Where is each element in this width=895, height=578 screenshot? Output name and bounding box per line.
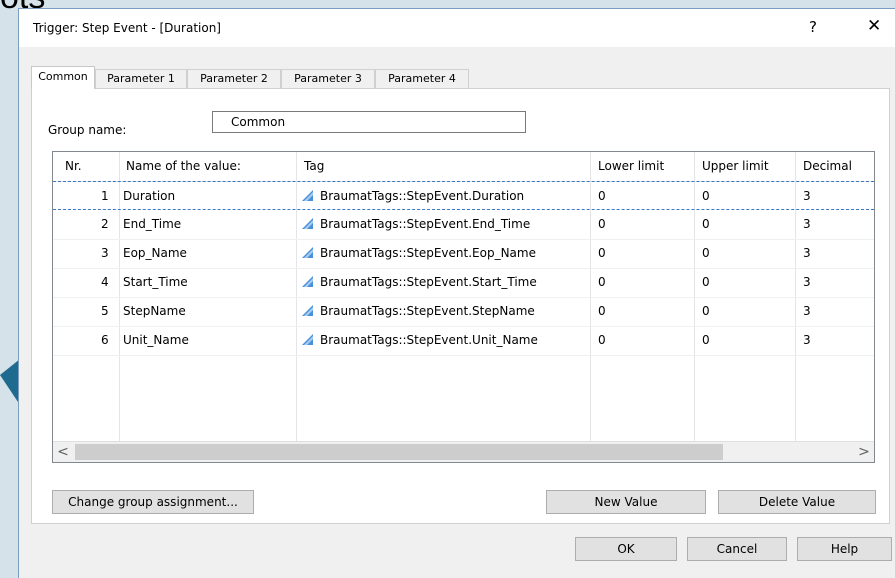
table-row[interactable]: 2 End_Time BraumatTags::StepEvent.End_Ti…	[53, 210, 874, 240]
column-header-lower-limit[interactable]: Lower limit	[598, 152, 664, 181]
column-header-nr[interactable]: Nr.	[65, 152, 82, 181]
cell-upper-limit: 0	[702, 275, 710, 289]
cell-decimal: 3	[803, 333, 811, 347]
ok-button[interactable]: OK	[575, 537, 677, 561]
cell-lower-limit: 0	[598, 304, 606, 318]
table-row[interactable]: 5 StepName BraumatTags::StepEvent.StepNa…	[53, 297, 874, 327]
tag-link-icon	[302, 305, 313, 316]
cell-upper-limit: 0	[702, 333, 710, 347]
help-title-button[interactable]: ?	[809, 18, 817, 36]
cell-tag: BraumatTags::StepEvent.Unit_Name	[320, 333, 538, 347]
cell-lower-limit: 0	[598, 246, 606, 260]
delete-value-button[interactable]: Delete Value	[718, 490, 876, 514]
cell-decimal: 3	[803, 217, 811, 231]
table-row[interactable]: 1 Duration BraumatTags::StepEvent.Durati…	[53, 181, 874, 210]
close-button[interactable]: ✕	[867, 16, 881, 36]
cell-nr: 4	[101, 275, 109, 289]
cell-name: Duration	[123, 189, 176, 203]
values-table: Nr. Name of the value: Tag Lower limit U…	[52, 151, 875, 463]
dialog-title: Trigger: Step Event - [Duration]	[33, 21, 221, 35]
horizontal-scrollbar[interactable]: < >	[53, 441, 874, 462]
title-bar: Trigger: Step Event - [Duration] ? ✕	[19, 9, 895, 47]
cell-lower-limit: 0	[598, 217, 606, 231]
tag-link-icon	[302, 276, 313, 287]
cell-name: End_Time	[123, 217, 182, 231]
column-header-decimal[interactable]: Decimal	[803, 152, 852, 181]
tab-parameter-1[interactable]: Parameter 1	[95, 69, 187, 88]
cell-name: Unit_Name	[123, 333, 189, 347]
cell-name: Start_Time	[123, 275, 188, 289]
cell-decimal: 3	[803, 189, 811, 203]
cell-lower-limit: 0	[598, 275, 606, 289]
common-tab-panel: Group name: Common Nr. Name of the value…	[31, 88, 890, 524]
cell-lower-limit: 0	[598, 189, 606, 203]
cell-lower-limit: 0	[598, 333, 606, 347]
cell-tag: BraumatTags::StepEvent.Duration	[320, 189, 525, 203]
cell-tag: BraumatTags::StepEvent.Eop_Name	[320, 246, 536, 260]
new-value-button[interactable]: New Value	[546, 490, 706, 514]
cell-nr: 1	[101, 189, 109, 203]
cell-nr: 2	[101, 217, 109, 231]
cell-decimal: 3	[803, 275, 811, 289]
cancel-button[interactable]: Cancel	[687, 537, 787, 561]
change-group-assignment-button[interactable]: Change group assignment...	[52, 490, 254, 514]
cell-upper-limit: 0	[702, 217, 710, 231]
trigger-dialog: Trigger: Step Event - [Duration] ? ✕ Com…	[18, 8, 895, 578]
tab-parameter-2[interactable]: Parameter 2	[187, 69, 281, 88]
scroll-left-icon[interactable]: <	[53, 442, 73, 462]
cell-decimal: 3	[803, 304, 811, 318]
tag-link-icon	[302, 247, 313, 258]
help-button[interactable]: Help	[797, 537, 892, 561]
cell-nr: 5	[101, 304, 109, 318]
column-header-upper-limit[interactable]: Upper limit	[702, 152, 769, 181]
table-row[interactable]: 4 Start_Time BraumatTags::StepEvent.Star…	[53, 268, 874, 298]
cell-tag: BraumatTags::StepEvent.StepName	[320, 304, 535, 318]
cell-upper-limit: 0	[702, 304, 710, 318]
group-name-field[interactable]: Common	[212, 111, 526, 133]
column-header-name[interactable]: Name of the value:	[126, 152, 241, 181]
cell-tag: BraumatTags::StepEvent.Start_Time	[320, 275, 537, 289]
table-row[interactable]: 6 Unit_Name BraumatTags::StepEvent.Unit_…	[53, 326, 874, 356]
cell-name: Eop_Name	[123, 246, 187, 260]
scroll-right-icon[interactable]: >	[854, 442, 874, 462]
cell-tag: BraumatTags::StepEvent.End_Time	[320, 217, 531, 231]
cell-name: StepName	[123, 304, 186, 318]
tab-common[interactable]: Common	[31, 66, 95, 89]
tag-link-icon	[302, 334, 313, 345]
cell-nr: 6	[101, 333, 109, 347]
scrollbar-thumb[interactable]	[75, 444, 723, 460]
table-header: Nr. Name of the value: Tag Lower limit U…	[53, 152, 874, 182]
tag-link-icon	[302, 218, 313, 229]
cell-decimal: 3	[803, 246, 811, 260]
group-name-label: Group name:	[48, 123, 127, 137]
column-header-tag[interactable]: Tag	[304, 152, 324, 181]
table-row[interactable]: 3 Eop_Name BraumatTags::StepEvent.Eop_Na…	[53, 239, 874, 269]
cell-upper-limit: 0	[702, 246, 710, 260]
cell-nr: 3	[101, 246, 109, 260]
tab-parameter-4[interactable]: Parameter 4	[375, 69, 469, 88]
tag-link-icon	[302, 190, 313, 201]
cell-upper-limit: 0	[702, 189, 710, 203]
tab-parameter-3[interactable]: Parameter 3	[281, 69, 375, 88]
